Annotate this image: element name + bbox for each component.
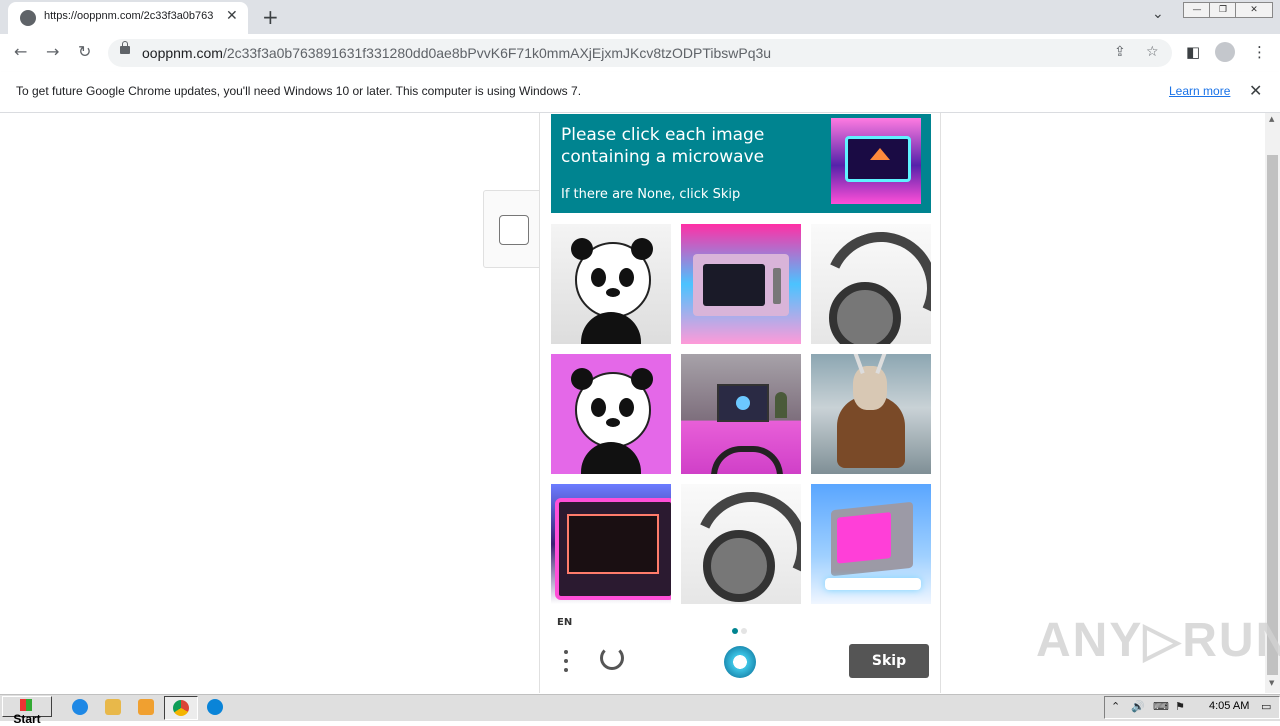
- refresh-icon[interactable]: [600, 646, 624, 670]
- file-explorer-icon[interactable]: [105, 699, 121, 715]
- start-label: Start: [13, 712, 41, 726]
- captcha-tile-2[interactable]: [681, 224, 801, 344]
- share-icon[interactable]: ⇪: [1114, 44, 1126, 60]
- captcha-prompt: Please click each image containing a mic…: [551, 114, 931, 213]
- infobar-message: To get future Google Chrome updates, you…: [16, 84, 582, 98]
- tray-expand-icon[interactable]: ⌃: [1111, 700, 1120, 713]
- window-close-button[interactable]: ✕: [1235, 2, 1273, 18]
- system-tray: ⌃ 🔊 ⌨ ⚑ 4:05 AM ▭: [1104, 696, 1280, 719]
- scroll-down-icon[interactable]: ▼: [1269, 679, 1274, 687]
- learn-more-link[interactable]: Learn more: [1169, 84, 1230, 98]
- minimize-button[interactable]: —: [1183, 2, 1211, 18]
- tab-title: https://ooppnm.com/2c33f3a0b763: [44, 10, 214, 22]
- chrome-icon: [173, 700, 189, 716]
- lock-icon[interactable]: [120, 41, 130, 54]
- prompt-subtext: If there are None, click Skip: [561, 187, 741, 202]
- address-bar[interactable]: ooppnm.com/2c33f3a0b763891631f331280dd0a…: [108, 39, 1172, 67]
- captcha-tile-6[interactable]: [811, 354, 931, 474]
- action-center-flag-icon[interactable]: ⚑: [1175, 700, 1185, 713]
- captcha-checkbox[interactable]: [499, 215, 529, 245]
- globe-icon: [20, 10, 36, 26]
- tab-search-icon[interactable]: ⌄: [1152, 6, 1164, 22]
- volume-icon[interactable]: 🔊: [1131, 700, 1145, 713]
- captcha-tile-4[interactable]: [551, 354, 671, 474]
- browser-toolbar: ← → ↻ ooppnm.com/2c33f3a0b763891631f3312…: [0, 34, 1280, 73]
- captcha-tile-7[interactable]: [551, 484, 671, 604]
- start-button[interactable]: Start: [2, 696, 52, 726]
- prompt-text: Please click each image containing a mic…: [561, 125, 765, 167]
- clock[interactable]: 4:05 AM: [1209, 700, 1249, 712]
- network-icon[interactable]: ⌨: [1153, 700, 1169, 713]
- edge-icon[interactable]: [207, 699, 223, 715]
- internet-explorer-icon[interactable]: [72, 699, 88, 715]
- new-tab-button[interactable]: +: [262, 5, 279, 29]
- update-infobar: To get future Google Chrome updates, you…: [0, 72, 1280, 113]
- captcha-tile-1[interactable]: [551, 224, 671, 344]
- profile-avatar[interactable]: [1215, 42, 1235, 62]
- side-panel-icon[interactable]: ◧: [1186, 43, 1200, 61]
- show-desktop-icon[interactable]: ▭: [1261, 700, 1271, 713]
- more-menu-icon[interactable]: ⋮: [1252, 43, 1267, 61]
- scroll-thumb[interactable]: [1267, 155, 1278, 675]
- captcha-tile-5[interactable]: [681, 354, 801, 474]
- captcha-tile-9[interactable]: [811, 484, 931, 604]
- hcaptcha-logo-icon[interactable]: [724, 646, 756, 678]
- media-player-icon[interactable]: [138, 699, 154, 715]
- url-text[interactable]: ooppnm.com/2c33f3a0b763891631f331280dd0a…: [142, 45, 771, 61]
- captcha-tile-8[interactable]: [681, 484, 801, 604]
- tab-strip: https://ooppnm.com/2c33f3a0b763 ✕ + ⌄ — …: [0, 0, 1280, 34]
- chrome-taskbar-button[interactable]: [164, 696, 198, 720]
- captcha-challenge-panel: Please click each image containing a mic…: [539, 113, 941, 693]
- captcha-checkbox-card: [483, 190, 543, 268]
- infobar-close-icon[interactable]: ✕: [1249, 81, 1262, 100]
- reload-icon[interactable]: ↻: [78, 42, 91, 61]
- page-content: Please click each image containing a mic…: [0, 113, 1265, 693]
- tab-close-icon[interactable]: ✕: [226, 8, 238, 24]
- windows-flag-icon: [19, 699, 32, 711]
- page-dot-active: [732, 628, 738, 634]
- microwave-window: [845, 136, 911, 182]
- kebab-menu-icon[interactable]: [564, 650, 568, 677]
- skip-button[interactable]: Skip: [849, 644, 929, 678]
- language-selector[interactable]: EN: [557, 617, 572, 628]
- scroll-up-icon[interactable]: ▲: [1269, 115, 1274, 123]
- captcha-tile-3[interactable]: [811, 224, 931, 344]
- prompt-example-image: [831, 118, 921, 204]
- maximize-button[interactable]: ❐: [1209, 2, 1237, 18]
- anyrun-watermark: ANY▷RUN: [1036, 614, 1280, 667]
- page-indicator: [732, 619, 750, 638]
- forward-icon[interactable]: →: [46, 42, 59, 61]
- bookmark-star-icon[interactable]: ☆: [1146, 44, 1159, 60]
- url-domain: ooppnm.com: [142, 45, 223, 61]
- page-scrollbar[interactable]: ▲ ▼: [1265, 113, 1280, 693]
- back-icon[interactable]: ←: [14, 42, 27, 61]
- browser-tab[interactable]: https://ooppnm.com/2c33f3a0b763 ✕: [8, 2, 248, 34]
- page-dot: [741, 628, 747, 634]
- windows-taskbar: Start ⌃ 🔊 ⌨ ⚑ 4:05 AM ▭: [0, 693, 1280, 726]
- url-path: /2c33f3a0b763891631f331280dd0ae8bPvvK6F7…: [222, 45, 772, 61]
